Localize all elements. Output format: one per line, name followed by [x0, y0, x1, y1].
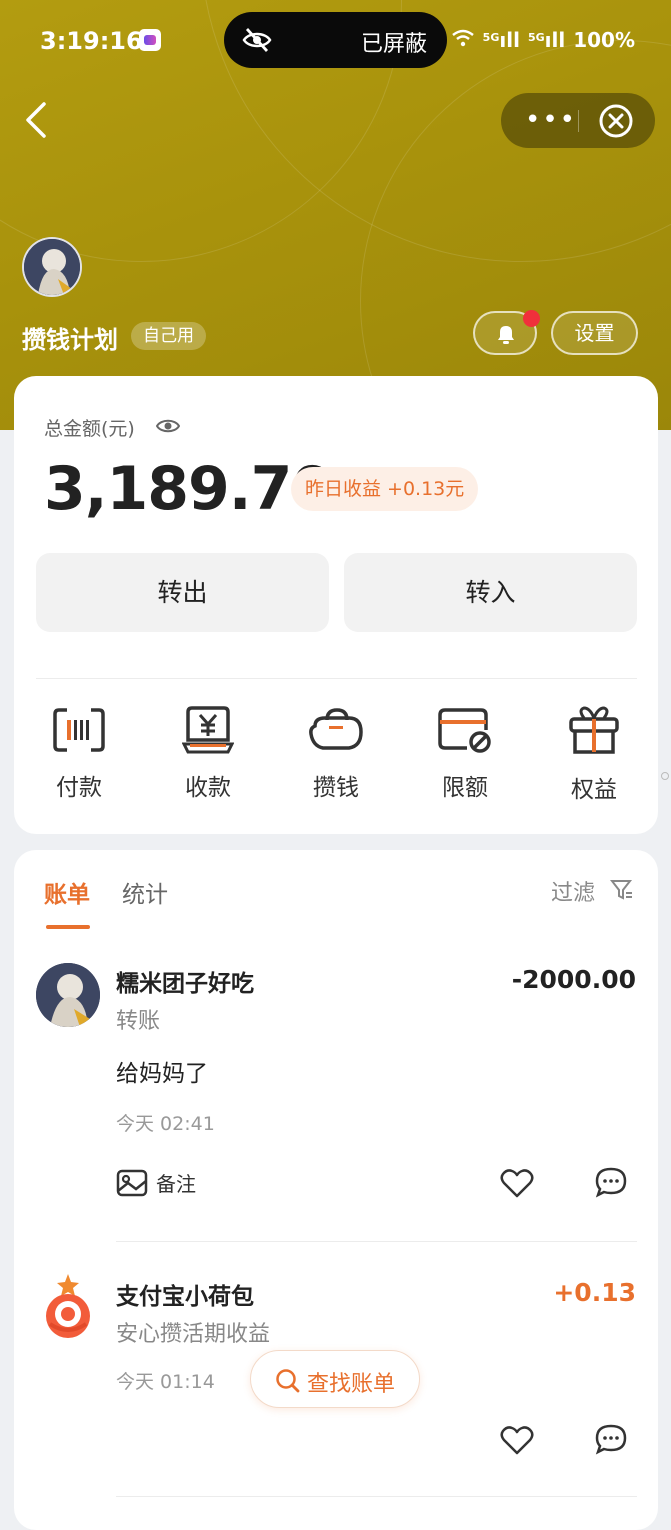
status-bar: 3:19:16 已屏蔽 5Gıll 5Gıll 100%	[0, 0, 671, 80]
quick-action-receive[interactable]: 收款	[158, 706, 258, 802]
quick-action-label: 收款	[185, 775, 231, 801]
bill-note: 给妈妈了	[116, 1061, 208, 1087]
quick-action-benefits[interactable]: 权益	[544, 706, 644, 804]
bill-type: 转账	[116, 1009, 161, 1034]
tab-statistics[interactable]: 统计	[122, 875, 168, 909]
piggy-bank-icon	[309, 708, 363, 750]
back-icon[interactable]	[22, 100, 62, 142]
gift-icon	[569, 706, 619, 754]
notification-badge	[523, 310, 540, 327]
alipay-wallet-logo	[42, 1274, 94, 1340]
card-limit-icon	[438, 708, 491, 753]
filter-button[interactable]: 过滤	[551, 875, 595, 907]
more-options-icon[interactable]: •••	[525, 105, 577, 135]
settings-button[interactable]: 设置	[551, 311, 638, 355]
bill-card: 账单 统计 过滤 糯米团子好吃 -2000.00 转账 给妈妈了 今天 02:4…	[14, 850, 658, 1530]
find-bill-label: 查找账单	[307, 1372, 396, 1397]
heart-icon[interactable]	[500, 1425, 534, 1459]
capsule-divider	[578, 110, 579, 132]
privacy-pill: 已屏蔽	[224, 12, 447, 68]
row-divider	[116, 1496, 637, 1497]
receive-yuan-icon	[182, 706, 234, 754]
filter-icon[interactable]	[609, 879, 634, 905]
app-notification-icon	[139, 29, 161, 51]
signal-5g-icon-2: 5Gıll	[527, 28, 566, 52]
active-tab-indicator	[46, 925, 90, 929]
comment-icon[interactable]	[594, 1166, 628, 1202]
wifi-icon	[451, 28, 475, 52]
total-amount-value: 3,189.70	[44, 454, 333, 524]
close-icon[interactable]	[598, 103, 634, 143]
image-icon	[116, 1169, 148, 1196]
bill-type: 安心攒活期收益	[116, 1322, 271, 1347]
quick-action-label: 付款	[56, 775, 102, 801]
row-divider	[116, 1241, 637, 1242]
avatar[interactable]	[22, 237, 82, 297]
quick-action-label: 权益	[571, 777, 617, 803]
bill-name[interactable]: 糯米团子好吃	[116, 964, 254, 998]
yesterday-earnings-badge[interactable]: 昨日收益 +0.13元	[291, 467, 479, 511]
eye-icon[interactable]	[155, 417, 181, 439]
total-amount-label: 总金额(元)	[44, 418, 135, 440]
tab-bill[interactable]: 账单	[44, 875, 90, 909]
miniapp-capsule: •••	[501, 93, 655, 148]
comment-icon[interactable]	[594, 1423, 628, 1459]
bill-time: 今天 01:14	[116, 1371, 215, 1393]
privacy-text: 已屏蔽	[360, 32, 427, 57]
heart-icon[interactable]	[500, 1168, 534, 1202]
eye-off-icon	[242, 26, 272, 58]
quick-action-limit[interactable]: 限额	[415, 706, 515, 802]
add-remark-button[interactable]: 备注	[116, 1168, 196, 1197]
battery-level: 100%	[573, 28, 635, 52]
bell-icon	[498, 326, 514, 344]
bill-amount: +0.13	[553, 1278, 636, 1307]
transfer-out-button[interactable]: 转出	[36, 553, 329, 632]
quick-action-label: 攒钱	[313, 775, 359, 801]
plan-tag: 自己用	[131, 322, 206, 350]
search-icon	[276, 1369, 300, 1393]
quick-action-save[interactable]: 攒钱	[286, 706, 386, 802]
section-divider	[36, 678, 637, 679]
remark-label: 备注	[156, 1172, 196, 1196]
floating-assist-dot[interactable]	[661, 772, 669, 780]
signal-5g-icon-1: 5Gıll	[482, 28, 520, 52]
find-bill-button[interactable]: 查找账单	[250, 1350, 420, 1408]
plan-title: 攒钱计划	[22, 326, 118, 354]
quick-action-pay[interactable]: 付款	[29, 706, 129, 802]
status-time: 3:19:16	[40, 27, 143, 55]
balance-card: 总金额(元) 3,189.70 昨日收益 +0.13元 转出 转入 付款 收款	[14, 376, 658, 834]
quick-action-label: 限额	[442, 775, 488, 801]
payee-avatar[interactable]	[36, 963, 100, 1027]
bill-amount: -2000.00	[511, 965, 636, 994]
header-banner: 3:19:16 已屏蔽 5Gıll 5Gıll 100% ••• 攒钱计划 自己…	[0, 0, 671, 430]
transfer-in-button[interactable]: 转入	[344, 553, 637, 632]
barcode-icon	[53, 708, 105, 752]
bill-time: 今天 02:41	[116, 1113, 215, 1135]
system-icons: 5Gıll 5Gıll 100%	[451, 28, 635, 52]
bill-name[interactable]: 支付宝小荷包	[116, 1277, 254, 1311]
